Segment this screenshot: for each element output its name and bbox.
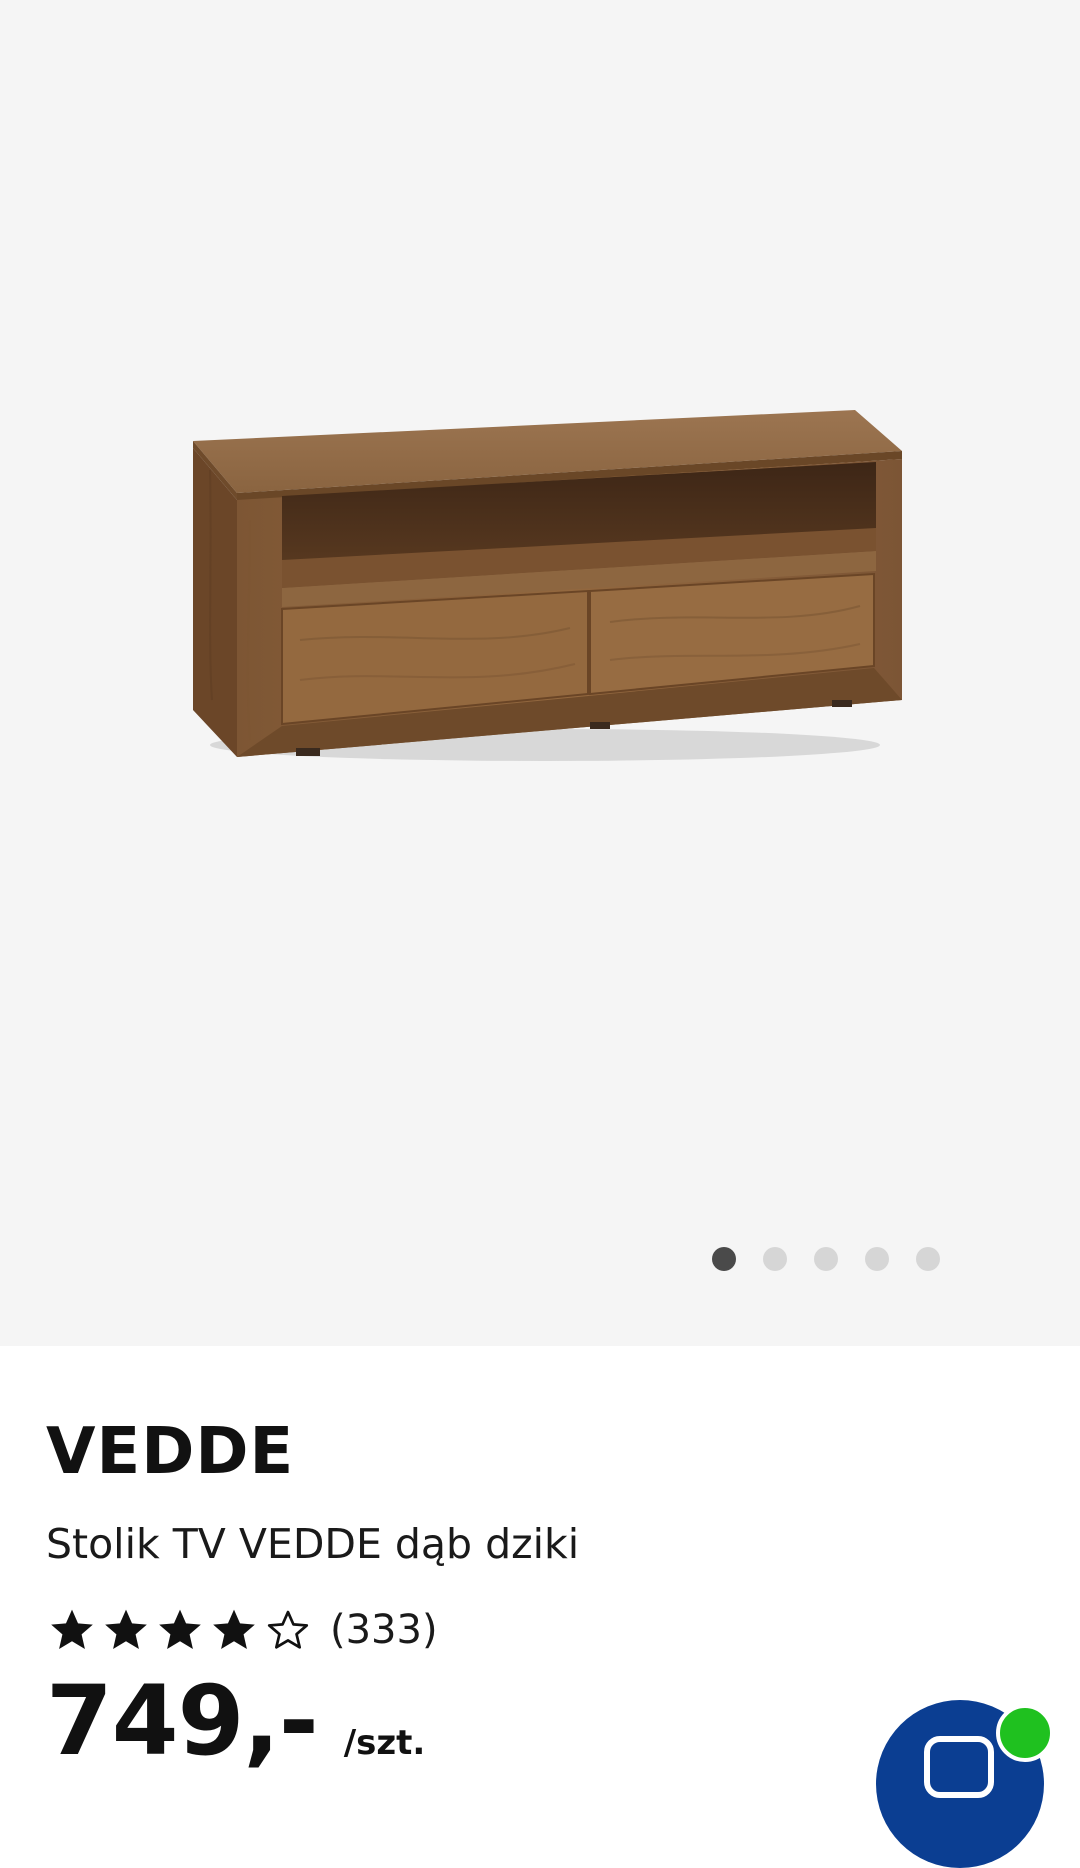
gallery-dot-5[interactable] (916, 1247, 940, 1271)
product-image-gallery[interactable] (0, 0, 1080, 1346)
gallery-dot-1[interactable] (712, 1247, 736, 1271)
review-count: (333) (330, 1607, 438, 1653)
chat-icon (924, 1736, 994, 1798)
rating-stars (46, 1605, 314, 1655)
star-filled-icon (159, 1609, 201, 1649)
star-filled-icon (105, 1609, 147, 1649)
product-info: VEDDE Stolik TV VEDDE dąb dziki (333) 74… (46, 1420, 1036, 1769)
product-price: 749,- (46, 1665, 319, 1777)
star-filled-icon (213, 1609, 255, 1649)
star-outline-icon (267, 1610, 309, 1649)
gallery-dot-2[interactable] (763, 1247, 787, 1271)
product-name: Stolik TV VEDDE dąb dziki (46, 1520, 580, 1568)
product-brand: VEDDE (46, 1415, 295, 1489)
gallery-pagination (712, 1247, 940, 1271)
gallery-dot-4[interactable] (865, 1247, 889, 1271)
gallery-dot-3[interactable] (814, 1247, 838, 1271)
product-image[interactable] (0, 0, 1080, 1346)
star-filled-icon (51, 1609, 93, 1649)
product-rating[interactable]: (333) (46, 1605, 1036, 1655)
price-unit: /szt. (343, 1723, 426, 1763)
online-status-badge (996, 1704, 1054, 1762)
